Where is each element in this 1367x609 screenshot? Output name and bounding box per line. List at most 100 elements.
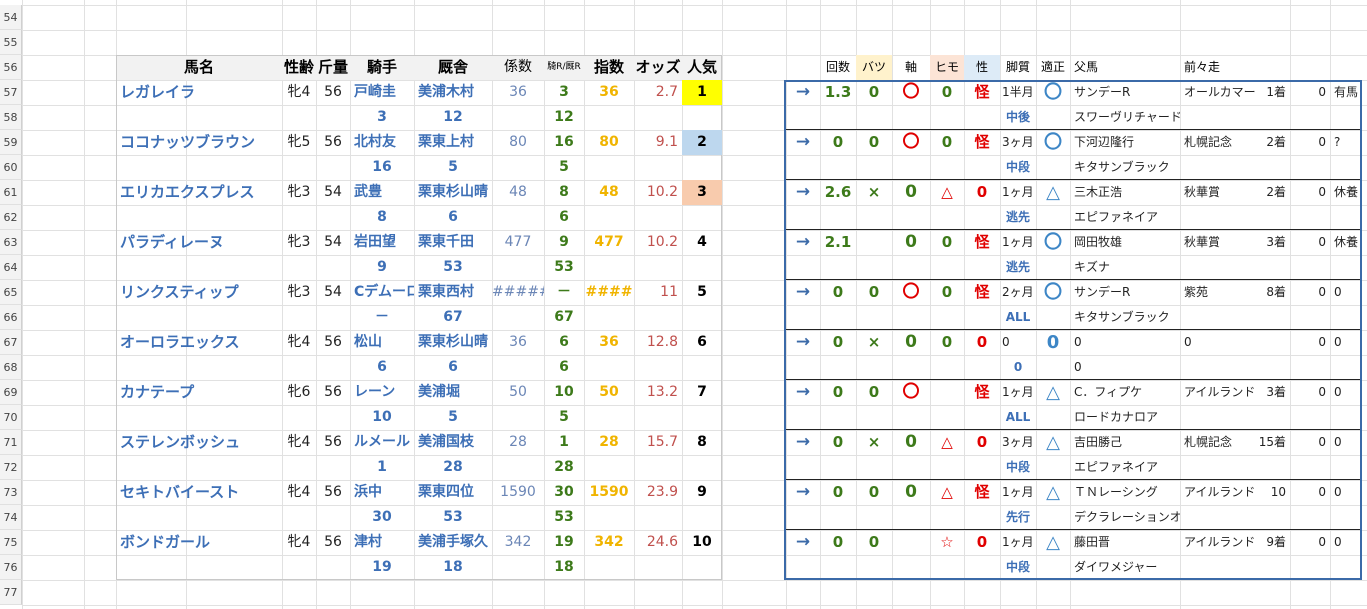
stable-name[interactable]: 栗東上村 <box>414 130 492 155</box>
jockey-rank[interactable]: 8 <box>350 205 414 230</box>
row-header[interactable]: 64 <box>0 255 22 280</box>
index-value[interactable]: 28 <box>584 430 634 455</box>
horse-weight[interactable]: 56 <box>316 130 350 155</box>
stable-rank[interactable]: 18 <box>414 555 492 580</box>
rank-jockey-value[interactable]: 8 <box>544 180 584 205</box>
horse-sexage[interactable]: 牝4 <box>282 530 316 555</box>
row-header[interactable]: 62 <box>0 205 22 230</box>
stable-rank[interactable]: 28 <box>414 455 492 480</box>
jockey-name[interactable]: レーン <box>350 380 414 405</box>
odds-value[interactable]: 12.8 <box>634 330 682 355</box>
odds-value[interactable]: 2.7 <box>634 80 682 105</box>
jockey-name[interactable]: 岩田望 <box>350 230 414 255</box>
row-header[interactable]: 76 <box>0 555 22 580</box>
horse-weight[interactable]: 56 <box>316 380 350 405</box>
header-father[interactable]: 父馬 <box>1070 55 1180 80</box>
horse-name[interactable]: セキトバイースト <box>116 480 282 505</box>
rank-stable-value[interactable]: 18 <box>544 555 584 580</box>
horse-sexage[interactable]: 牝3 <box>282 230 316 255</box>
rank-jockey-value[interactable]: 6 <box>544 330 584 355</box>
horse-weight[interactable]: 56 <box>316 480 350 505</box>
rank-jockey-value[interactable]: 9 <box>544 230 584 255</box>
stable-name[interactable]: 栗東杉山晴 <box>414 330 492 355</box>
jockey-rank[interactable]: 16 <box>350 155 414 180</box>
stable-name[interactable]: 美浦堀 <box>414 380 492 405</box>
stable-rank[interactable]: 6 <box>414 205 492 230</box>
stable-rank[interactable]: 67 <box>414 305 492 330</box>
spreadsheet[interactable]: 54 55 56 57 58 59 60 61 62 63 64 65 66 67 68 69 70 71 72 73… <box>0 0 1367 609</box>
header-kyakushitsu[interactable]: 脚質 <box>1000 55 1036 80</box>
rank-jockey-value[interactable]: 3 <box>544 80 584 105</box>
horse-name[interactable]: ココナッツブラウン <box>116 130 282 155</box>
coef-value[interactable]: 1590 <box>492 480 544 505</box>
jockey-name[interactable]: ルメール <box>350 430 414 455</box>
rank-stable-value[interactable]: 5 <box>544 405 584 430</box>
stable-rank[interactable]: 12 <box>414 105 492 130</box>
row-header[interactable]: 67 <box>0 330 22 355</box>
row-header[interactable]: 63 <box>0 230 22 255</box>
stable-name[interactable]: 美浦木村 <box>414 80 492 105</box>
jockey-name[interactable]: 津村 <box>350 530 414 555</box>
horse-sexage[interactable]: 牝4 <box>282 430 316 455</box>
stable-name[interactable]: 栗東西村 <box>414 280 492 305</box>
jockey-rank[interactable]: 19 <box>350 555 414 580</box>
odds-value[interactable]: 13.2 <box>634 380 682 405</box>
rank-stable-value[interactable]: 53 <box>544 505 584 530</box>
row-header[interactable]: 71 <box>0 430 22 455</box>
coef-value[interactable]: 36 <box>492 330 544 355</box>
index-value[interactable]: 1590 <box>584 480 634 505</box>
jockey-name[interactable]: Cデムーロ <box>350 280 414 305</box>
horse-weight[interactable]: 56 <box>316 530 350 555</box>
index-value[interactable]: 50 <box>584 380 634 405</box>
row-header[interactable]: 55 <box>0 30 22 55</box>
stable-rank[interactable]: 53 <box>414 505 492 530</box>
row-header[interactable]: 72 <box>0 455 22 480</box>
horse-sexage[interactable]: 牝6 <box>282 380 316 405</box>
stable-name[interactable]: 美浦手塚久 <box>414 530 492 555</box>
popularity-value[interactable]: 6 <box>682 330 722 355</box>
horse-sexage[interactable]: 牝3 <box>282 180 316 205</box>
popularity-value[interactable]: 9 <box>682 480 722 505</box>
coef-value[interactable]: 477 <box>492 230 544 255</box>
header-zenzen[interactable]: 前々走 <box>1180 55 1290 80</box>
row-header[interactable]: 61 <box>0 180 22 205</box>
popularity-value[interactable]: 4 <box>682 230 722 255</box>
horse-sexage[interactable]: 牝4 <box>282 80 316 105</box>
header-himo[interactable]: ヒモ <box>930 55 964 80</box>
row-header[interactable]: 58 <box>0 105 22 130</box>
jockey-rank[interactable]: 9 <box>350 255 414 280</box>
header-tekisei[interactable]: 適正 <box>1036 55 1070 80</box>
horse-name[interactable]: ステレンボッシュ <box>116 430 282 455</box>
row-header[interactable]: 73 <box>0 480 22 505</box>
coef-value[interactable]: 48 <box>492 180 544 205</box>
popularity-value[interactable]: 1 <box>682 80 722 105</box>
index-value[interactable]: 80 <box>584 130 634 155</box>
odds-value[interactable]: 15.7 <box>634 430 682 455</box>
row-header[interactable]: 60 <box>0 155 22 180</box>
rank-jockey-value[interactable]: 1 <box>544 430 584 455</box>
row-header[interactable]: 56 <box>0 55 22 80</box>
rank-stable-value[interactable]: 6 <box>544 205 584 230</box>
horse-name[interactable]: リンクスティップ <box>116 280 282 305</box>
rank-jockey-value[interactable]: － <box>544 280 584 305</box>
header-batsu[interactable]: バツ <box>856 55 892 80</box>
stable-rank[interactable]: 5 <box>414 405 492 430</box>
odds-value[interactable]: 10.2 <box>634 180 682 205</box>
jockey-name[interactable]: 北村友 <box>350 130 414 155</box>
horse-sexage[interactable]: 牝4 <box>282 480 316 505</box>
rank-stable-value[interactable]: 6 <box>544 355 584 380</box>
index-value[interactable]: 36 <box>584 80 634 105</box>
jockey-name[interactable]: 戸崎圭 <box>350 80 414 105</box>
index-value[interactable]: 36 <box>584 330 634 355</box>
rank-stable-value[interactable]: 12 <box>544 105 584 130</box>
jockey-rank[interactable]: 1 <box>350 455 414 480</box>
stable-name[interactable]: 栗東千田 <box>414 230 492 255</box>
popularity-value[interactable]: 2 <box>682 130 722 155</box>
stable-rank[interactable]: 5 <box>414 155 492 180</box>
header-jiku[interactable]: 軸 <box>892 55 930 80</box>
odds-value[interactable]: 10.2 <box>634 230 682 255</box>
horse-name[interactable]: パラディレーヌ <box>116 230 282 255</box>
coef-value[interactable]: ##### <box>492 280 544 305</box>
coef-value[interactable]: 36 <box>492 80 544 105</box>
row-header[interactable]: 77 <box>0 580 22 605</box>
